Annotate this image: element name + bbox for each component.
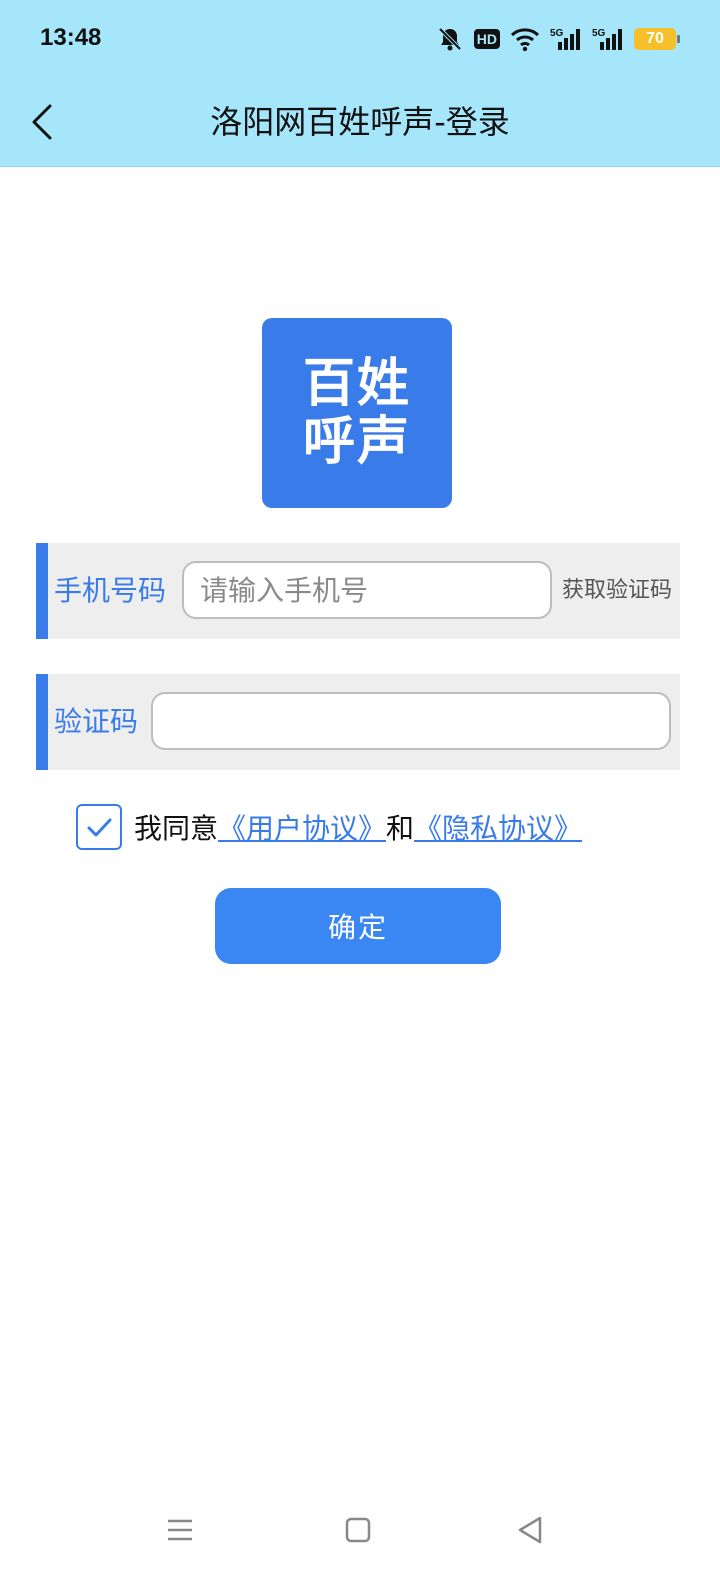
code-row: 验证码 xyxy=(36,674,680,770)
svg-text:5G: 5G xyxy=(550,28,564,39)
status-time: 13:48 xyxy=(40,24,102,51)
home-square-icon xyxy=(345,1517,371,1543)
code-label: 验证码 xyxy=(54,705,139,738)
back-triangle-icon xyxy=(518,1516,542,1544)
home-nav-button[interactable] xyxy=(338,1510,378,1550)
svg-text:5G: 5G xyxy=(592,28,606,39)
logo-text: 百姓 呼声 xyxy=(297,355,417,471)
menu-nav-button[interactable] xyxy=(160,1510,200,1550)
agreement-row: 我同意 《用户协议》 和 《隐私协议》 xyxy=(76,804,582,850)
wifi-icon xyxy=(510,26,540,52)
checkmark-icon xyxy=(87,818,112,837)
bell-muted-icon xyxy=(436,25,464,53)
confirm-button[interactable]: 确定 xyxy=(215,888,501,964)
app-header: 13:48 HD 5G 5G 70 洛阳网百姓呼声-登录 xyxy=(0,0,720,167)
back-nav-button[interactable] xyxy=(510,1510,550,1550)
system-nav-bar xyxy=(0,1500,720,1560)
menu-icon xyxy=(168,1519,192,1541)
agreement-conjunction: 和 xyxy=(386,812,415,845)
code-input[interactable] xyxy=(151,692,671,750)
phone-label: 手机号码 xyxy=(54,574,167,607)
agreement-checkbox[interactable] xyxy=(76,804,122,850)
get-code-button[interactable]: 获取验证码 xyxy=(562,543,672,639)
logo-line-1: 百姓 xyxy=(302,354,411,414)
agreement-prefix: 我同意 xyxy=(134,812,219,845)
hd-icon: HD xyxy=(473,29,500,49)
app-logo: 百姓 呼声 xyxy=(262,318,452,508)
signal-5g-icon: 5G xyxy=(592,26,624,52)
signal-5g-icon: 5G xyxy=(550,26,582,52)
phone-row: 手机号码 获取验证码 xyxy=(36,543,680,639)
privacy-agreement-link[interactable]: 《隐私协议》 xyxy=(414,807,582,847)
user-agreement-link[interactable]: 《用户协议》 xyxy=(218,807,386,847)
battery-icon: 70 xyxy=(634,28,680,50)
phone-input[interactable] xyxy=(182,561,552,619)
status-icons: HD 5G 5G 70 xyxy=(436,24,680,54)
logo-line-2: 呼声 xyxy=(302,412,411,472)
page-title: 洛阳网百姓呼声-登录 xyxy=(210,103,510,141)
